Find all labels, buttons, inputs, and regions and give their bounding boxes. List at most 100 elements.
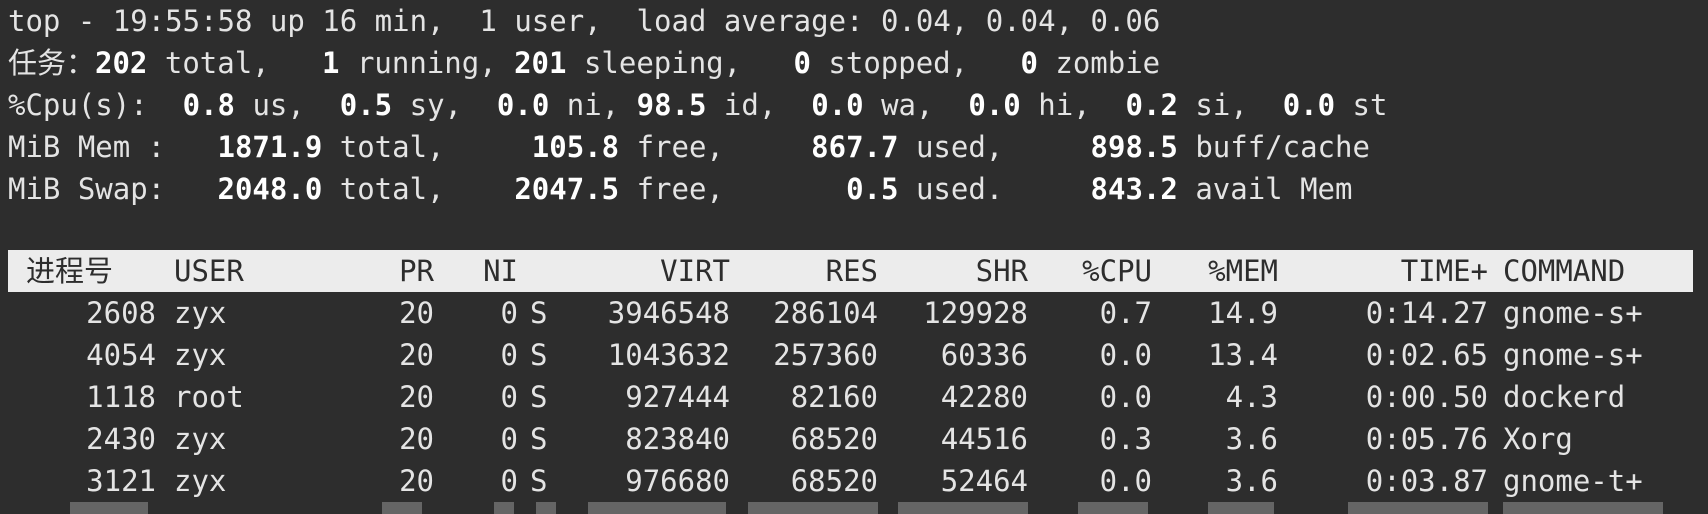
cpu-si: 0.2 <box>1125 88 1178 122</box>
swap-used: 0.5 <box>846 172 899 206</box>
process-user: root <box>174 380 244 414</box>
process-ni: 0 <box>500 422 518 456</box>
cpu-si-label: si, <box>1177 88 1283 122</box>
cpu-st: 0.0 <box>1282 88 1336 122</box>
mem-free-label: free, <box>619 130 812 164</box>
tasks-running-label: running, <box>339 46 515 80</box>
tasks-zombie-label: zombie <box>1037 46 1161 80</box>
process-command: gnome-s+ <box>1503 296 1643 330</box>
cpu-wa: 0.0 <box>811 88 864 122</box>
cpu-wa-label: wa, <box>863 88 969 122</box>
process-row: 2430 zyx 20 0 S 823840 68520 44516 0.3 3.6 0:05.76… <box>8 418 1693 460</box>
partial-next-row <box>8 496 1693 514</box>
process-mem: 3.6 <box>1225 422 1278 456</box>
process-command: gnome-s+ <box>1503 338 1643 372</box>
uptime-line: top - 19:55:58 up 16 min, 1 user, load a… <box>8 4 1161 38</box>
mem-used-label: used, <box>898 130 1091 164</box>
process-res: 82160 <box>790 380 878 414</box>
mem-total-label: total, <box>322 130 532 164</box>
process-res: 286104 <box>773 296 878 330</box>
process-user: zyx <box>174 422 227 456</box>
tasks-zombie: 0 <box>1020 46 1038 80</box>
cpu-ni: 0.0 <box>496 88 550 122</box>
tasks-label: 任务： <box>8 46 96 80</box>
process-cpu: 0.3 <box>1099 422 1152 456</box>
process-ni: 0 <box>500 380 518 414</box>
process-res: 257360 <box>773 338 878 372</box>
swap-free-label: free, <box>619 172 847 206</box>
process-time: 0:02.65 <box>1365 338 1488 372</box>
mem-cache-label: buff/cache <box>1177 130 1370 164</box>
tasks-total-label: total, <box>147 46 323 80</box>
process-row: 1118 root 20 0 S 927444 82160 42280 0.0 4.3 0:00.5… <box>8 376 1693 418</box>
col-shr-header: SHR <box>975 254 1028 288</box>
process-s: S <box>530 380 548 414</box>
process-shr: 60336 <box>940 338 1028 372</box>
process-virt: 927444 <box>625 380 730 414</box>
col-virt-header: VIRT <box>660 254 730 288</box>
tasks-sleeping: 201 <box>514 46 567 80</box>
tasks-line: 任务：202 total, 1 running, 201 sleeping, 0… <box>8 42 1160 84</box>
cpu-sy: 0.5 <box>339 88 393 122</box>
process-time: 0:00.50 <box>1365 380 1488 414</box>
process-shr: 42280 <box>940 380 1028 414</box>
process-row: 2608 zyx 20 0 S 3946548 286104 129928 0.7 14.9 0:1… <box>8 292 1693 334</box>
tasks-sleeping-label: sleeping, <box>566 46 794 80</box>
col-res-header: RES <box>825 254 878 288</box>
process-pr: 20 <box>399 338 434 372</box>
process-ni: 0 <box>500 338 518 372</box>
cpu-hi: 0.0 <box>968 88 1021 122</box>
swap-avail: 843.2 <box>1090 172 1178 206</box>
process-cpu: 0.0 <box>1099 380 1152 414</box>
swap-avail-label: avail Mem <box>1177 172 1353 206</box>
cpu-label: %Cpu(s): <box>8 88 183 122</box>
swap-line: MiB Swap: 2048.0 total, 2047.5 free, 0.5… <box>8 168 1352 210</box>
process-res: 68520 <box>790 422 878 456</box>
process-pid: 4054 <box>86 338 156 372</box>
process-shr: 44516 <box>940 422 1028 456</box>
process-time: 0:05.76 <box>1365 422 1488 456</box>
process-pid: 2608 <box>86 296 156 330</box>
cpu-us: 0.8 <box>182 88 235 122</box>
process-mem: 4.3 <box>1225 380 1278 414</box>
process-command: Xorg <box>1503 422 1573 456</box>
swap-total: 2048.0 <box>217 172 323 206</box>
swap-label: MiB Swap: <box>8 172 218 206</box>
process-s: S <box>530 422 548 456</box>
process-row: 4054 zyx 20 0 S 1043632 257360 60336 0.0 13.4 0:02… <box>8 334 1693 376</box>
process-command: dockerd <box>1503 380 1626 414</box>
col-cpu-header: %CPU <box>1082 254 1152 288</box>
cpu-line: %Cpu(s): 0.8 us, 0.5 sy, 0.0 ni, 98.5 id… <box>8 84 1387 126</box>
process-ni: 0 <box>500 296 518 330</box>
cpu-id-label: id, <box>706 88 812 122</box>
process-virt: 823840 <box>625 422 730 456</box>
cpu-ni-label: ni, <box>549 88 637 122</box>
process-shr: 129928 <box>923 296 1028 330</box>
process-s: S <box>530 338 548 372</box>
col-ni-header: NI <box>483 254 518 288</box>
swap-used-label: used. <box>898 172 1091 206</box>
swap-total-label: total, <box>322 172 515 206</box>
process-mem: 14.9 <box>1208 296 1278 330</box>
col-pid-header: 进程号 <box>26 254 114 288</box>
cpu-id: 98.5 <box>636 88 707 122</box>
cpu-st-label: st <box>1335 88 1388 122</box>
process-cpu: 0.7 <box>1099 296 1152 330</box>
cpu-hi-label: hi, <box>1020 88 1126 122</box>
process-time: 0:14.27 <box>1365 296 1488 330</box>
process-table-header: 进程号 USER PR NI VIRT RES SHR %CPU %MEM TI… <box>8 250 1693 292</box>
process-cpu: 0.0 <box>1099 338 1152 372</box>
tasks-stopped: 0 <box>793 46 811 80</box>
process-pr: 20 <box>399 380 434 414</box>
process-virt: 3946548 <box>607 296 730 330</box>
process-user: zyx <box>174 296 227 330</box>
terminal-window[interactable]: top - 19:55:58 up 16 min, 1 user, load a… <box>0 0 1708 514</box>
tasks-stopped-label: stopped, <box>810 46 1021 80</box>
mem-label: MiB Mem : <box>8 130 218 164</box>
process-pid: 2430 <box>86 422 156 456</box>
cpu-sy-label: sy, <box>392 88 497 122</box>
cpu-us-label: us, <box>235 88 340 122</box>
process-s: S <box>530 296 548 330</box>
col-time-header: TIME+ <box>1400 254 1488 288</box>
col-command-header: COMMAND <box>1503 254 1626 288</box>
